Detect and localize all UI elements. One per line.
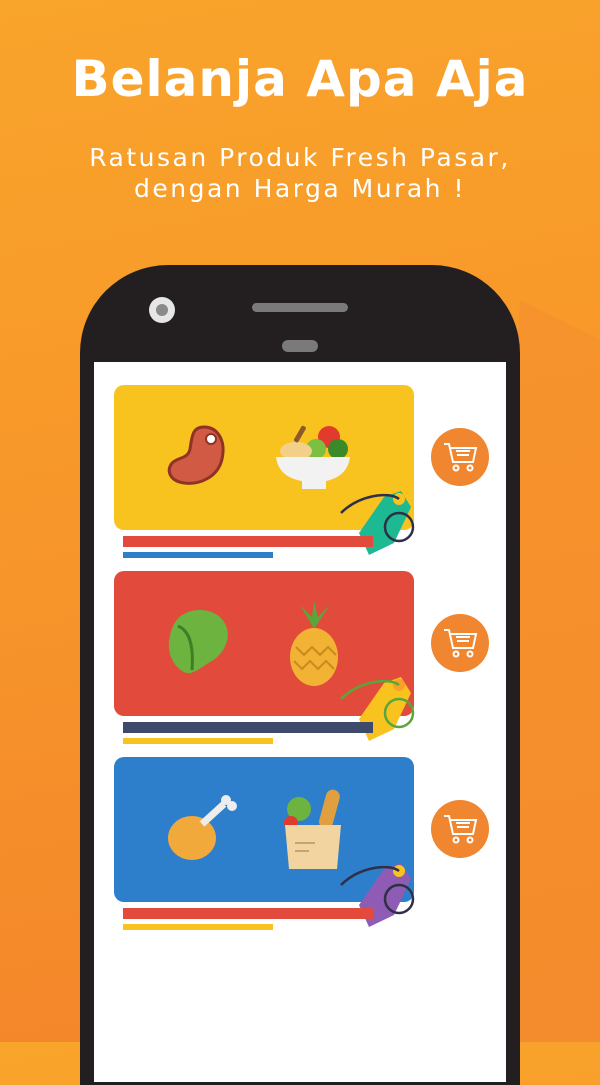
price-tag-icon [340,863,415,927]
subtitle-line-1: Ratusan Produk Fresh Pasar, [89,143,511,172]
price-tag-icon [340,677,415,741]
add-to-cart-button[interactable] [431,614,489,672]
cart-icon [444,815,478,844]
product-title-bar [123,536,373,547]
subtitle: Ratusan Produk Fresh Pasar, dengan Harga … [0,142,600,204]
product-price-bar [123,924,273,930]
cart-icon [444,629,478,658]
sensor [282,340,318,352]
subtitle-line-2: dengan Harga Murah ! [134,174,466,203]
salad-bowl-icon [276,425,350,489]
cart-icon [444,443,478,472]
product-card-1[interactable] [114,385,415,555]
product-price-bar [123,552,273,558]
lettuce-icon [168,610,228,674]
meat-icon [167,425,225,485]
add-to-cart-button[interactable] [431,800,489,858]
add-to-cart-button[interactable] [431,428,489,486]
page-title: Belanja Apa Aja [71,50,529,108]
speaker [252,303,348,312]
product-price-bar [123,738,273,744]
pineapple-icon [290,601,338,686]
price-tag-icon [340,491,415,555]
phone-mockup [80,265,520,1085]
chicken-leg-icon [168,795,237,860]
product-title-bar [123,722,373,733]
product-title-bar [123,908,373,919]
product-card-2[interactable] [114,571,415,741]
product-card-3[interactable] [114,757,415,927]
phone-screen [94,362,506,1082]
camera-icon [149,297,175,323]
